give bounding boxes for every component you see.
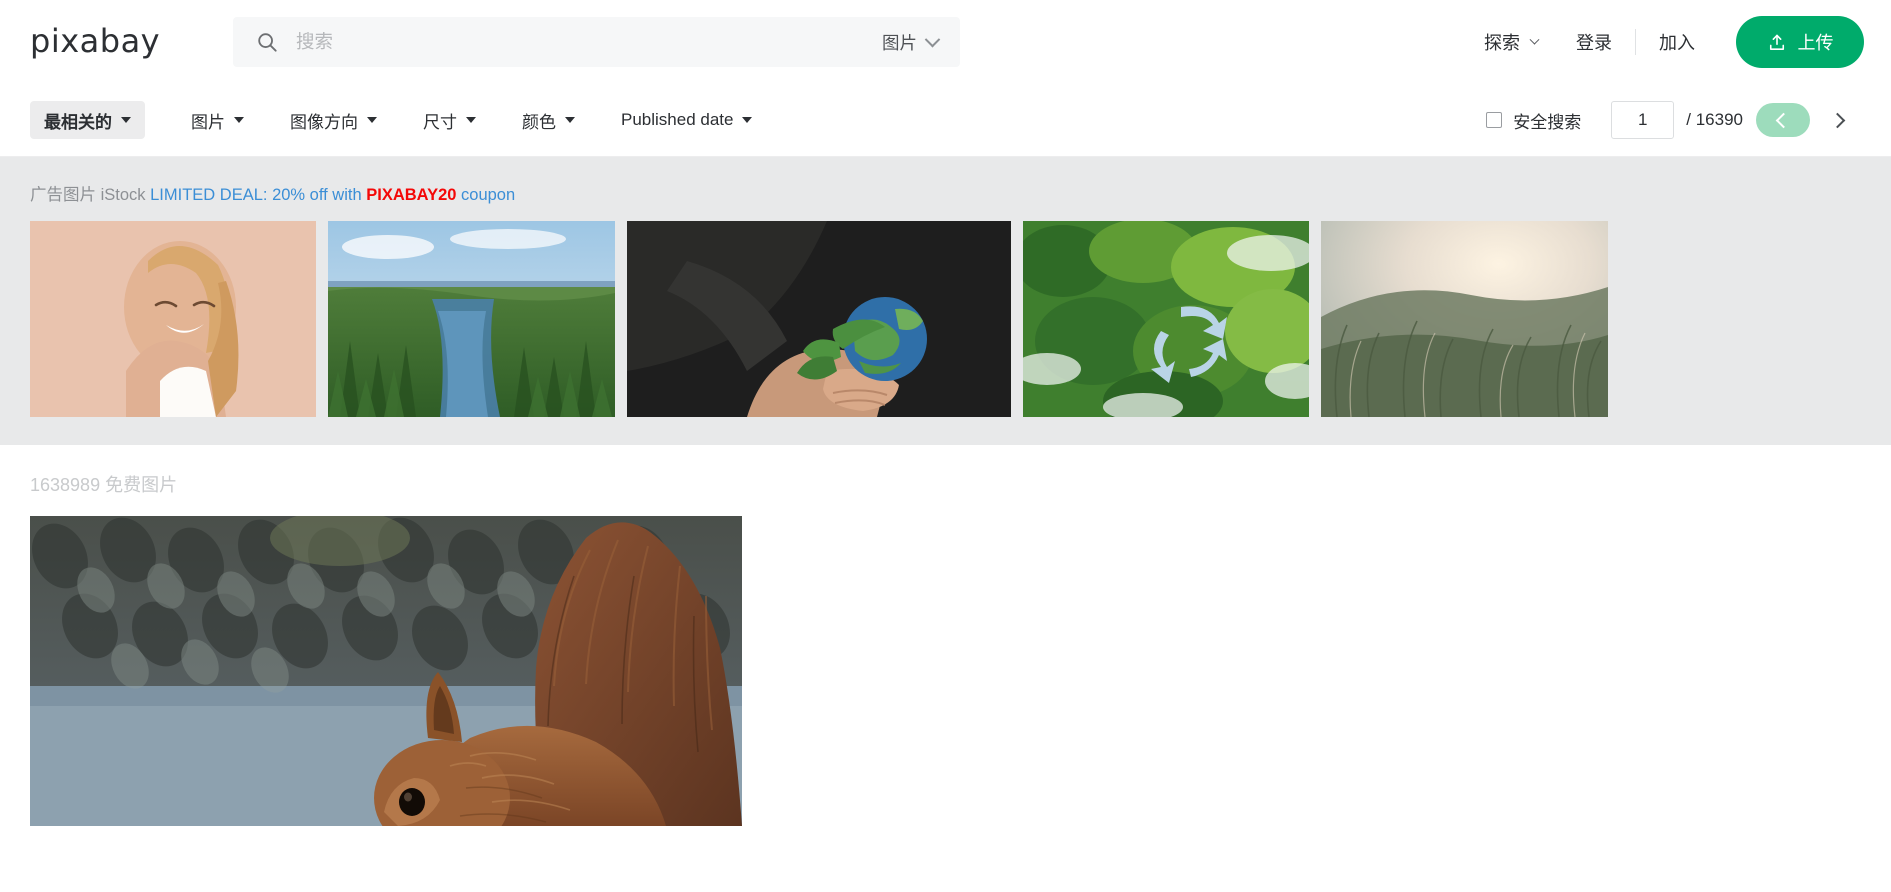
- caret-down-icon: [742, 117, 753, 123]
- upload-button[interactable]: 上传: [1736, 16, 1864, 68]
- media-type-label: 图片: [882, 32, 917, 53]
- search-results: 1638989 免费图片: [0, 445, 1891, 826]
- header-nav: 探索 登录 加入 上传: [1465, 0, 1864, 84]
- page-total-label: / 16390: [1686, 110, 1743, 129]
- chevron-down-icon: [924, 31, 941, 47]
- ad-coupon-suffix[interactable]: coupon: [461, 186, 515, 204]
- caret-down-icon: [466, 117, 476, 123]
- nav-login-label: 登录: [1576, 33, 1612, 53]
- previous-page-button[interactable]: [1756, 103, 1810, 137]
- safe-search-toggle[interactable]: 安全搜索: [1486, 108, 1581, 133]
- filter-media-type-label: 图片: [191, 112, 225, 132]
- filter-published-date-label: Published date: [621, 110, 734, 129]
- ad-thumbnail-row: [30, 221, 1861, 417]
- nav-explore[interactable]: 探索: [1465, 29, 1557, 55]
- ad-coupon-code: PIXABAY20: [366, 186, 457, 204]
- safe-search-checkbox[interactable]: [1486, 112, 1503, 128]
- svg-text:pixabay: pixabay: [30, 22, 160, 60]
- filter-media-type[interactable]: 图片: [191, 108, 244, 133]
- media-type-select[interactable]: 图片: [860, 17, 960, 67]
- ad-brand-label: iStock: [100, 186, 146, 204]
- safe-search-label: 安全搜索: [1513, 112, 1582, 132]
- filter-published-date[interactable]: Published date: [621, 110, 753, 130]
- ad-label-row: 广告图片 iStock LIMITED DEAL: 20% off with P…: [30, 181, 1861, 205]
- pixabay-logo[interactable]: pixabay: [30, 22, 215, 62]
- site-header: pixabay 图片 探索 登录 加入: [0, 0, 1891, 84]
- nav-explore-label: 探索: [1484, 33, 1520, 53]
- caret-down-icon: [565, 117, 575, 123]
- ad-thumb-sunset-grass[interactable]: [1321, 221, 1608, 417]
- search-input[interactable]: [278, 17, 860, 67]
- result-squirrel[interactable]: [30, 516, 742, 826]
- filter-size-label: 尺寸: [423, 112, 457, 132]
- chevron-right-icon: [1829, 112, 1845, 128]
- results-count: 1638989 免费图片: [30, 475, 178, 495]
- filter-sort-label: 最相关的: [44, 112, 112, 132]
- ad-deal-text[interactable]: LIMITED DEAL: 20% off with: [150, 186, 362, 204]
- ad-thumb-smiling-woman[interactable]: [30, 221, 316, 417]
- caret-down-icon: [234, 117, 244, 123]
- filter-bar-right: 安全搜索 / 16390: [1486, 101, 1864, 139]
- search-bar[interactable]: 图片: [233, 17, 960, 67]
- nav-login[interactable]: 登录: [1557, 29, 1631, 55]
- filter-color-label: 颜色: [522, 112, 556, 132]
- filter-bar: 最相关的 图片 图像方向 尺寸 颜色 Published date 安全搜索 /…: [0, 84, 1891, 157]
- ad-thumb-hands-globe[interactable]: [627, 221, 1011, 417]
- ad-sponsor-label: 广告图片: [30, 186, 96, 204]
- chevron-down-icon: [1529, 34, 1540, 45]
- upload-icon: [1767, 32, 1787, 53]
- search-icon: [256, 31, 278, 53]
- filter-sort[interactable]: 最相关的: [30, 101, 145, 139]
- chevron-left-icon: [1775, 112, 1791, 128]
- next-page-button[interactable]: [1810, 103, 1864, 137]
- caret-down-icon: [367, 117, 377, 123]
- ad-thumb-recycling-forest[interactable]: [1023, 221, 1309, 417]
- upload-button-label: 上传: [1797, 33, 1834, 53]
- filter-orientation-label: 图像方向: [290, 112, 358, 132]
- filter-size[interactable]: 尺寸: [423, 108, 476, 133]
- page-number-input[interactable]: [1611, 101, 1675, 139]
- nav-divider: [1635, 29, 1636, 55]
- nav-join-label: 加入: [1659, 33, 1695, 53]
- filter-orientation[interactable]: 图像方向: [290, 108, 377, 133]
- sponsored-ad-strip: 广告图片 iStock LIMITED DEAL: 20% off with P…: [0, 157, 1891, 445]
- nav-join[interactable]: 加入: [1640, 29, 1714, 55]
- filter-color[interactable]: 颜色: [522, 108, 575, 133]
- ad-thumb-forest-river[interactable]: [328, 221, 615, 417]
- caret-down-icon: [121, 117, 131, 123]
